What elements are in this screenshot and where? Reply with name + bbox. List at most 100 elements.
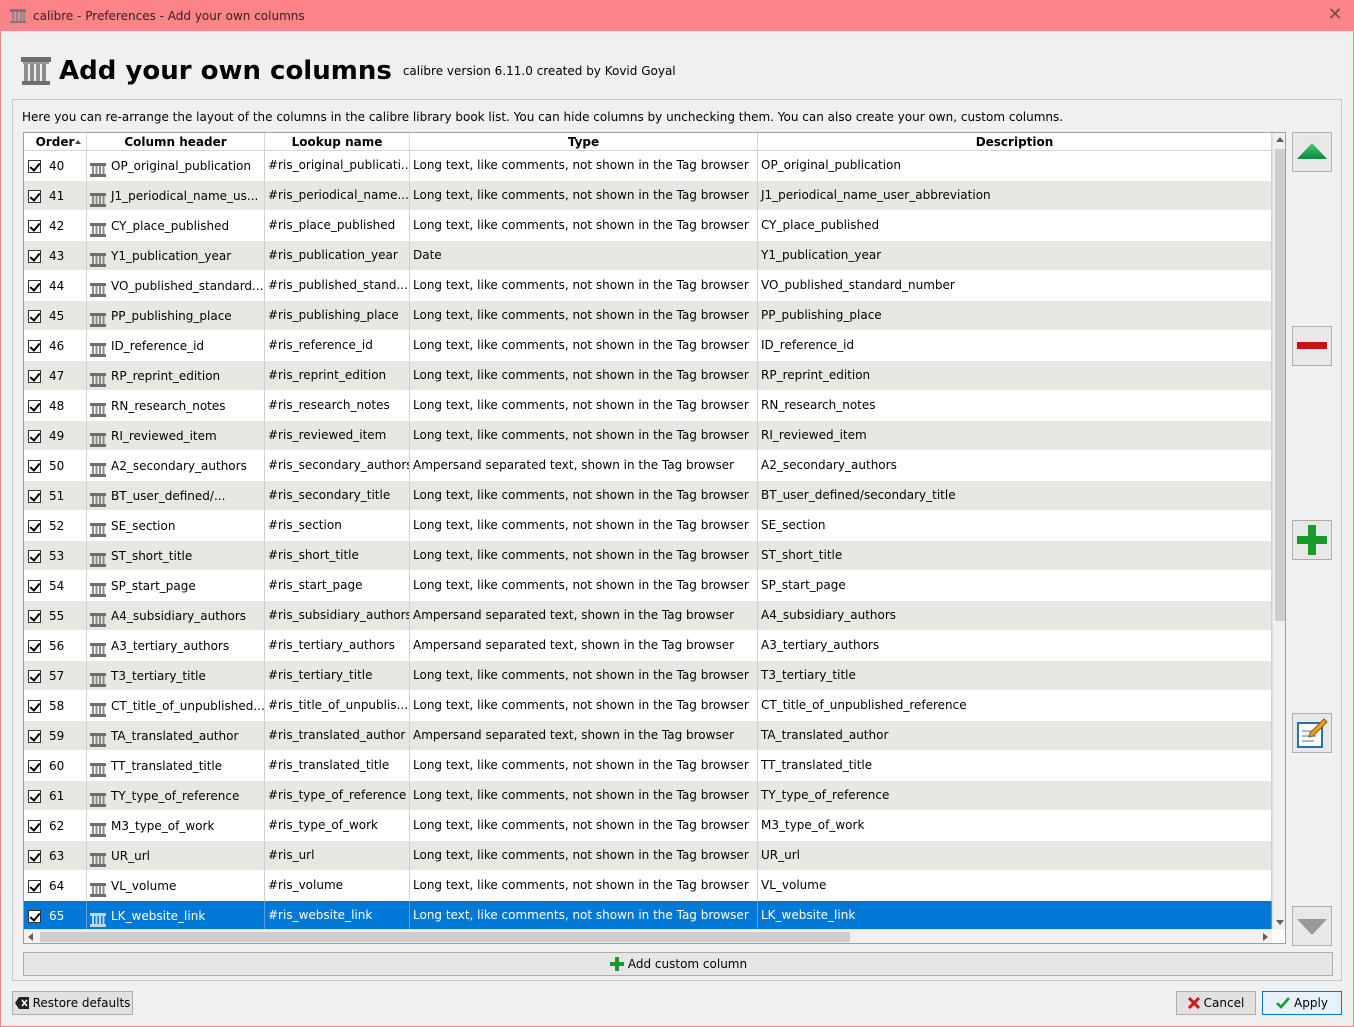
hscrollbar-thumb[interactable] bbox=[40, 932, 850, 942]
visibility-checkbox[interactable] bbox=[28, 309, 41, 323]
type-cell[interactable]: Long text, like comments, not shown in t… bbox=[410, 181, 758, 211]
description-cell[interactable]: OP_original_publication bbox=[758, 151, 1272, 181]
column-header-cell[interactable]: M3_type_of_work bbox=[87, 811, 265, 841]
lookup-name-cell[interactable]: #ris_section bbox=[265, 511, 410, 541]
add-column-button[interactable] bbox=[1292, 520, 1332, 560]
table-row[interactable]: 46 ID_reference_id #ris_reference_id Long t… bbox=[24, 331, 1272, 361]
visibility-checkbox[interactable] bbox=[28, 819, 41, 833]
table-row[interactable]: 62 M3_type_of_work #ris_type_of_work Long t… bbox=[24, 811, 1272, 841]
description-cell[interactable]: A2_secondary_authors bbox=[758, 451, 1272, 481]
table-row[interactable]: 41 J1_periodical_name_us... #ris_periodica… bbox=[24, 181, 1272, 211]
type-cell[interactable]: Long text, like comments, not shown in t… bbox=[410, 271, 758, 301]
table-row[interactable]: 47 RP_reprint_edition #ris_reprint_edition… bbox=[24, 361, 1272, 391]
scroll-right-icon[interactable] bbox=[1263, 933, 1268, 941]
column-header-cell[interactable]: J1_periodical_name_us... bbox=[87, 181, 265, 211]
table-row[interactable]: 53 ST_short_title #ris_short_title Long tex… bbox=[24, 541, 1272, 571]
description-cell[interactable]: ST_short_title bbox=[758, 541, 1272, 571]
visibility-checkbox[interactable] bbox=[28, 339, 41, 353]
description-cell[interactable]: TY_type_of_reference bbox=[758, 781, 1272, 811]
type-cell[interactable]: Ampersand separated text, shown in the T… bbox=[410, 721, 758, 751]
column-header-cell[interactable]: A4_subsidiary_authors bbox=[87, 601, 265, 631]
type-cell[interactable]: Long text, like comments, not shown in t… bbox=[410, 301, 758, 331]
table-row[interactable]: 56 A3_tertiary_authors #ris_tertiary_autho… bbox=[24, 631, 1272, 661]
description-cell[interactable]: T3_tertiary_title bbox=[758, 661, 1272, 691]
column-header-cell[interactable]: A2_secondary_authors bbox=[87, 451, 265, 481]
visibility-checkbox[interactable] bbox=[28, 849, 41, 863]
move-down-button[interactable] bbox=[1292, 906, 1332, 946]
visibility-checkbox[interactable] bbox=[28, 219, 41, 233]
description-cell[interactable]: RI_reviewed_item bbox=[758, 421, 1272, 451]
description-cell[interactable]: J1_periodical_name_user_abbreviation bbox=[758, 181, 1272, 211]
visibility-checkbox[interactable] bbox=[28, 639, 41, 653]
type-cell[interactable]: Ampersand separated text, shown in the T… bbox=[410, 601, 758, 631]
type-cell[interactable]: Long text, like comments, not shown in t… bbox=[410, 571, 758, 601]
table-row[interactable]: 65 LK_website_link #ris_website_link Long t… bbox=[24, 901, 1272, 931]
type-cell[interactable]: Long text, like comments, not shown in t… bbox=[410, 871, 758, 901]
horizontal-scrollbar[interactable] bbox=[24, 929, 1272, 943]
restore-defaults-button[interactable]: Restore defaults bbox=[12, 991, 133, 1015]
add-custom-column-button[interactable]: Add custom column bbox=[23, 952, 1333, 976]
column-header-cell[interactable]: SE_section bbox=[87, 511, 265, 541]
column-header-cell[interactable]: TT_translated_title bbox=[87, 751, 265, 781]
description-cell[interactable]: CY_place_published bbox=[758, 211, 1272, 241]
type-cell[interactable]: Long text, like comments, not shown in t… bbox=[410, 421, 758, 451]
description-cell[interactable]: SE_section bbox=[758, 511, 1272, 541]
remove-column-button[interactable] bbox=[1292, 326, 1332, 366]
lookup-name-cell[interactable]: #ris_reprint_edition bbox=[265, 361, 410, 391]
header-order[interactable]: Order bbox=[24, 133, 87, 151]
table-row[interactable]: 40 OP_original_publication #ris_original_p… bbox=[24, 151, 1272, 181]
scroll-up-icon[interactable] bbox=[1276, 137, 1284, 142]
column-header-cell[interactable]: ID_reference_id bbox=[87, 331, 265, 361]
visibility-checkbox[interactable] bbox=[28, 579, 41, 593]
lookup-name-cell[interactable]: #ris_place_published bbox=[265, 211, 410, 241]
table-row[interactable]: 50 A2_secondary_authors #ris_secondary_aut… bbox=[24, 451, 1272, 481]
lookup-name-cell[interactable]: #ris_title_of_unpublis... bbox=[265, 691, 410, 721]
column-header-cell[interactable]: ST_short_title bbox=[87, 541, 265, 571]
type-cell[interactable]: Long text, like comments, not shown in t… bbox=[410, 751, 758, 781]
table-row[interactable]: 45 PP_publishing_place #ris_publishing_pla… bbox=[24, 301, 1272, 331]
table-row[interactable]: 60 TT_translated_title #ris_translated_tit… bbox=[24, 751, 1272, 781]
visibility-checkbox[interactable] bbox=[28, 189, 41, 203]
type-cell[interactable]: Long text, like comments, not shown in t… bbox=[410, 211, 758, 241]
lookup-name-cell[interactable]: #ris_subsidiary_authors bbox=[265, 601, 410, 631]
header-lookup-name[interactable]: Lookup name bbox=[265, 133, 410, 151]
description-cell[interactable]: RP_reprint_edition bbox=[758, 361, 1272, 391]
lookup-name-cell[interactable]: #ris_secondary_title bbox=[265, 481, 410, 511]
columns-table[interactable]: Order Column header Lookup name Type Des… bbox=[23, 132, 1286, 944]
lookup-name-cell[interactable]: #ris_url bbox=[265, 841, 410, 871]
scrollbar-thumb[interactable] bbox=[1275, 149, 1285, 621]
table-row[interactable]: 52 SE_section #ris_section Long text, like … bbox=[24, 511, 1272, 541]
column-header-cell[interactable]: VO_published_standard... bbox=[87, 271, 265, 301]
type-cell[interactable]: Ampersand separated text, shown in the T… bbox=[410, 451, 758, 481]
description-cell[interactable]: RN_research_notes bbox=[758, 391, 1272, 421]
lookup-name-cell[interactable]: #ris_periodical_name... bbox=[265, 181, 410, 211]
header-description[interactable]: Description bbox=[758, 133, 1272, 151]
column-header-cell[interactable]: UR_url bbox=[87, 841, 265, 871]
table-row[interactable]: 61 TY_type_of_reference #ris_type_of_refer… bbox=[24, 781, 1272, 811]
type-cell[interactable]: Long text, like comments, not shown in t… bbox=[410, 361, 758, 391]
description-cell[interactable]: TA_translated_author bbox=[758, 721, 1272, 751]
description-cell[interactable]: LK_website_link bbox=[758, 901, 1272, 931]
type-cell[interactable]: Ampersand separated text, shown in the T… bbox=[410, 631, 758, 661]
description-cell[interactable]: CT_title_of_unpublished_reference bbox=[758, 691, 1272, 721]
table-row[interactable]: 55 A4_subsidiary_authors #ris_subsidiary_a… bbox=[24, 601, 1272, 631]
column-header-cell[interactable]: A3_tertiary_authors bbox=[87, 631, 265, 661]
description-cell[interactable]: VO_published_standard_number bbox=[758, 271, 1272, 301]
visibility-checkbox[interactable] bbox=[28, 459, 41, 473]
visibility-checkbox[interactable] bbox=[28, 279, 41, 293]
table-row[interactable]: 57 T3_tertiary_title #ris_tertiary_title Lo… bbox=[24, 661, 1272, 691]
description-cell[interactable]: VL_volume bbox=[758, 871, 1272, 901]
lookup-name-cell[interactable]: #ris_website_link bbox=[265, 901, 410, 931]
type-cell[interactable]: Long text, like comments, not shown in t… bbox=[410, 151, 758, 181]
lookup-name-cell[interactable]: #ris_secondary_authors bbox=[265, 451, 410, 481]
table-row[interactable]: 43 Y1_publication_year #ris_publication_ye… bbox=[24, 241, 1272, 271]
description-cell[interactable]: A3_tertiary_authors bbox=[758, 631, 1272, 661]
lookup-name-cell[interactable]: #ris_original_publicati... bbox=[265, 151, 410, 181]
table-row[interactable]: 63 UR_url #ris_url Long text, like comments… bbox=[24, 841, 1272, 871]
table-row[interactable]: 51 BT_user_defined/... #ris_secondary_titl… bbox=[24, 481, 1272, 511]
lookup-name-cell[interactable]: #ris_reviewed_item bbox=[265, 421, 410, 451]
header-column-header[interactable]: Column header bbox=[87, 133, 265, 151]
column-header-cell[interactable]: TY_type_of_reference bbox=[87, 781, 265, 811]
type-cell[interactable]: Long text, like comments, not shown in t… bbox=[410, 901, 758, 931]
visibility-checkbox[interactable] bbox=[28, 429, 41, 443]
